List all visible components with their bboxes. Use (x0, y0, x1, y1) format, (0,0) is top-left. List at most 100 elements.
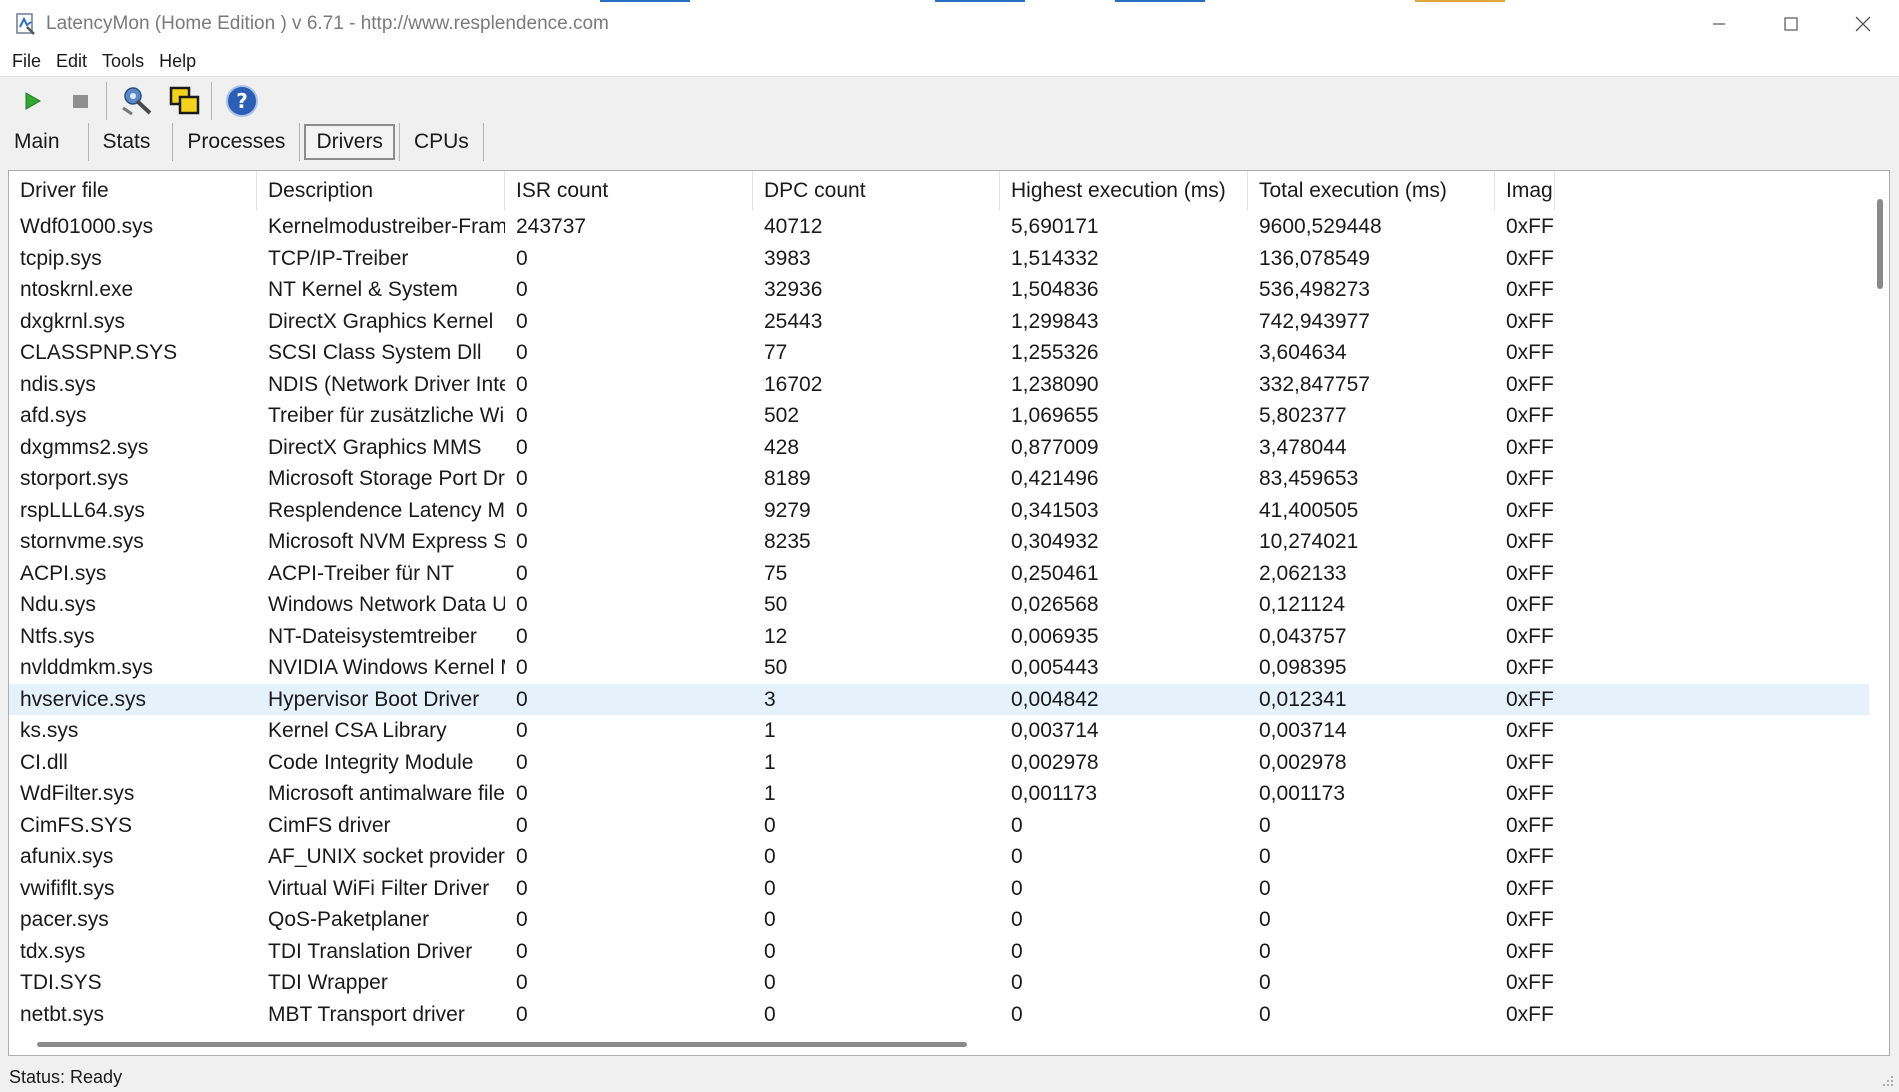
cell-highest-execution: 0 (1011, 1002, 1023, 1026)
table-row[interactable]: CimFS.SYS CimFS driver 0 0 0 0 0xFF (9, 810, 1869, 842)
cell-highest-execution: 0 (1011, 876, 1023, 900)
cell-highest-execution: 0 (1011, 845, 1023, 868)
maximize-button[interactable] (1755, 0, 1827, 47)
cell-description: DirectX Graphics Kernel (268, 309, 494, 333)
menu-bar: File Edit Tools Help (0, 47, 1899, 77)
table-row[interactable]: hvservice.sys Hypervisor Boot Driver 0 3 0,0… (9, 683, 1869, 715)
cell-total-execution: 0,043757 (1259, 624, 1347, 648)
table-row[interactable]: Wdf01000.sys Kernelmodustreiber-Framew...… (9, 211, 1869, 243)
settings-wrench-icon (122, 87, 152, 116)
table-row[interactable]: ks.sys Kernel CSA Library 0 1 0,003714 0,0037… (9, 715, 1869, 747)
cell-description: Kernelmodustreiber-Framew... (268, 215, 505, 238)
cell-image: 0xFF (1506, 467, 1554, 490)
table-row[interactable]: TDI.SYS TDI Wrapper 0 0 0 0 0xFF (9, 967, 1869, 999)
cell-isr-count: 0 (516, 372, 528, 396)
cell-image: 0xFF (1506, 908, 1554, 931)
tab-processes[interactable]: Processes (173, 123, 299, 161)
column-header-driver-file[interactable]: Driver file (9, 171, 257, 211)
table-row[interactable]: pacer.sys QoS-Paketplaner 0 0 0 0 0xFF (9, 904, 1869, 936)
cell-dpc-count: 16702 (764, 372, 823, 396)
column-header-highest-execution[interactable]: Highest execution (ms) (1000, 171, 1248, 211)
menu-help[interactable]: Help (159, 51, 196, 72)
cell-description: CimFS driver (268, 813, 391, 837)
table-row[interactable]: tcpip.sys TCP/IP-Treiber 0 3983 1,514332 136,… (9, 243, 1869, 275)
table-row[interactable]: tdx.sys TDI Translation Driver 0 0 0 0 0xFF (9, 936, 1869, 968)
cell-driver-file: tdx.sys (20, 939, 86, 963)
cell-driver-file: dxgkrnl.sys (20, 309, 126, 333)
column-header-total-execution[interactable]: Total execution (ms) (1248, 171, 1495, 211)
cell-dpc-count: 0 (764, 845, 776, 868)
table-row[interactable]: CI.dll Code Integrity Module 0 1 0,002978 0,0… (9, 747, 1869, 779)
table-row[interactable]: rspLLL64.sys Resplendence Latency Monit..… (9, 495, 1869, 527)
table-row[interactable]: vwififlt.sys Virtual WiFi Filter Driver 0 0… (9, 873, 1869, 905)
cell-driver-file: hvservice.sys (20, 687, 147, 711)
table-row[interactable]: CLASSPNP.SYS SCSI Class System Dll 0 77 1,25… (9, 337, 1869, 369)
horizontal-scrollbar[interactable] (9, 1033, 1889, 1055)
title-bar: LatencyMon (Home Edition ) v 6.71 - http… (0, 0, 1899, 47)
resize-grip-icon[interactable] (1881, 1074, 1895, 1088)
tab-stats[interactable]: Stats (89, 123, 165, 161)
cell-driver-file: ACPI.sys (20, 561, 107, 585)
horizontal-scrollbar-thumb[interactable] (37, 1042, 967, 1047)
cell-total-execution: 0,003714 (1259, 719, 1347, 742)
tab-strip: Main Stats Processes Drivers CPUs (0, 122, 484, 162)
cell-driver-file: afd.sys (20, 404, 87, 427)
taskbar-accent-strip (1115, 0, 1205, 2)
column-header-description[interactable]: Description (257, 171, 505, 211)
cell-total-execution: 10,274021 (1259, 530, 1359, 553)
cell-image: 0xFF (1506, 782, 1554, 805)
table-row[interactable]: Ntfs.sys NT-Dateisystemtreiber 0 12 0,006935… (9, 621, 1869, 653)
stop-button[interactable] (62, 83, 98, 119)
close-button[interactable] (1827, 0, 1899, 47)
table-row[interactable]: storport.sys Microsoft Storage Port Drive… (9, 463, 1869, 495)
cell-highest-execution: 1,069655 (1011, 404, 1099, 427)
table-row[interactable]: stornvme.sys Microsoft NVM Express Stor..… (9, 526, 1869, 558)
menu-file[interactable]: File (12, 51, 41, 72)
minimize-button[interactable] (1683, 0, 1755, 47)
cell-isr-count: 0 (516, 246, 528, 270)
windows-button[interactable] (167, 83, 203, 119)
play-icon (25, 92, 42, 110)
table-row[interactable]: Ndu.sys Windows Network Data Usa... 0 50 0,0… (9, 589, 1869, 621)
table-row[interactable]: afunix.sys AF_UNIX socket provider 0 0 0 0 0xF… (9, 841, 1869, 873)
vertical-scrollbar[interactable] (1869, 171, 1889, 1033)
table-row[interactable]: ndis.sys NDIS (Network Driver Interf... 0 1… (9, 369, 1869, 401)
cell-isr-count: 0 (516, 435, 528, 459)
drivers-list-view[interactable]: Driver file Description ISR count DPC count… (8, 170, 1890, 1056)
cell-isr-count: 0 (516, 656, 528, 679)
table-row[interactable]: netbt.sys MBT Transport driver 0 0 0 0 0xFF (9, 999, 1869, 1031)
cell-image: 0xFF (1506, 593, 1554, 616)
cell-dpc-count: 50 (764, 656, 788, 679)
cell-description: DirectX Graphics MMS (268, 435, 482, 459)
cell-description: Virtual WiFi Filter Driver (268, 876, 490, 900)
tab-main[interactable]: Main (0, 123, 74, 161)
table-row[interactable]: WdFilter.sys Microsoft antimalware file s… (9, 778, 1869, 810)
cell-image: 0xFF (1506, 971, 1554, 994)
cell-highest-execution: 1,238090 (1011, 372, 1099, 396)
menu-tools[interactable]: Tools (102, 51, 144, 72)
options-button[interactable] (119, 83, 155, 119)
cell-driver-file: Wdf01000.sys (20, 215, 154, 238)
table-row[interactable]: dxgmms2.sys DirectX Graphics MMS 0 428 0,877… (9, 432, 1869, 464)
cell-description: TDI Wrapper (268, 971, 388, 994)
start-button[interactable] (14, 83, 50, 119)
cell-driver-file: dxgmms2.sys (20, 435, 149, 459)
table-row[interactable]: nvlddmkm.sys NVIDIA Windows Kernel Mod...… (9, 652, 1869, 684)
tab-cpus[interactable]: CPUs (400, 123, 483, 161)
tab-drivers[interactable]: Drivers (304, 124, 395, 160)
column-header-dpc-count[interactable]: DPC count (753, 171, 1000, 211)
table-row[interactable]: afd.sys Treiber für zusätzliche WinS... 0 5… (9, 400, 1869, 432)
table-row[interactable]: dxgkrnl.sys DirectX Graphics Kernel 0 25443… (9, 306, 1869, 338)
cell-total-execution: 83,459653 (1259, 467, 1359, 490)
vertical-scrollbar-thumb[interactable] (1877, 199, 1883, 289)
column-header-image[interactable]: Imag (1495, 171, 1555, 211)
help-button[interactable]: ? (224, 83, 260, 119)
table-row[interactable]: ACPI.sys ACPI-Treiber für NT 0 75 0,250461 2,… (9, 558, 1869, 590)
column-header-isr-count[interactable]: ISR count (505, 171, 753, 211)
cell-total-execution: 2,062133 (1259, 561, 1347, 585)
cell-dpc-count: 75 (764, 561, 788, 585)
cell-image: 0xFF (1506, 719, 1554, 742)
table-row[interactable]: ntoskrnl.exe NT Kernel & System 0 32936 1,50… (9, 274, 1869, 306)
cell-dpc-count: 40712 (764, 215, 823, 238)
menu-edit[interactable]: Edit (56, 51, 87, 72)
